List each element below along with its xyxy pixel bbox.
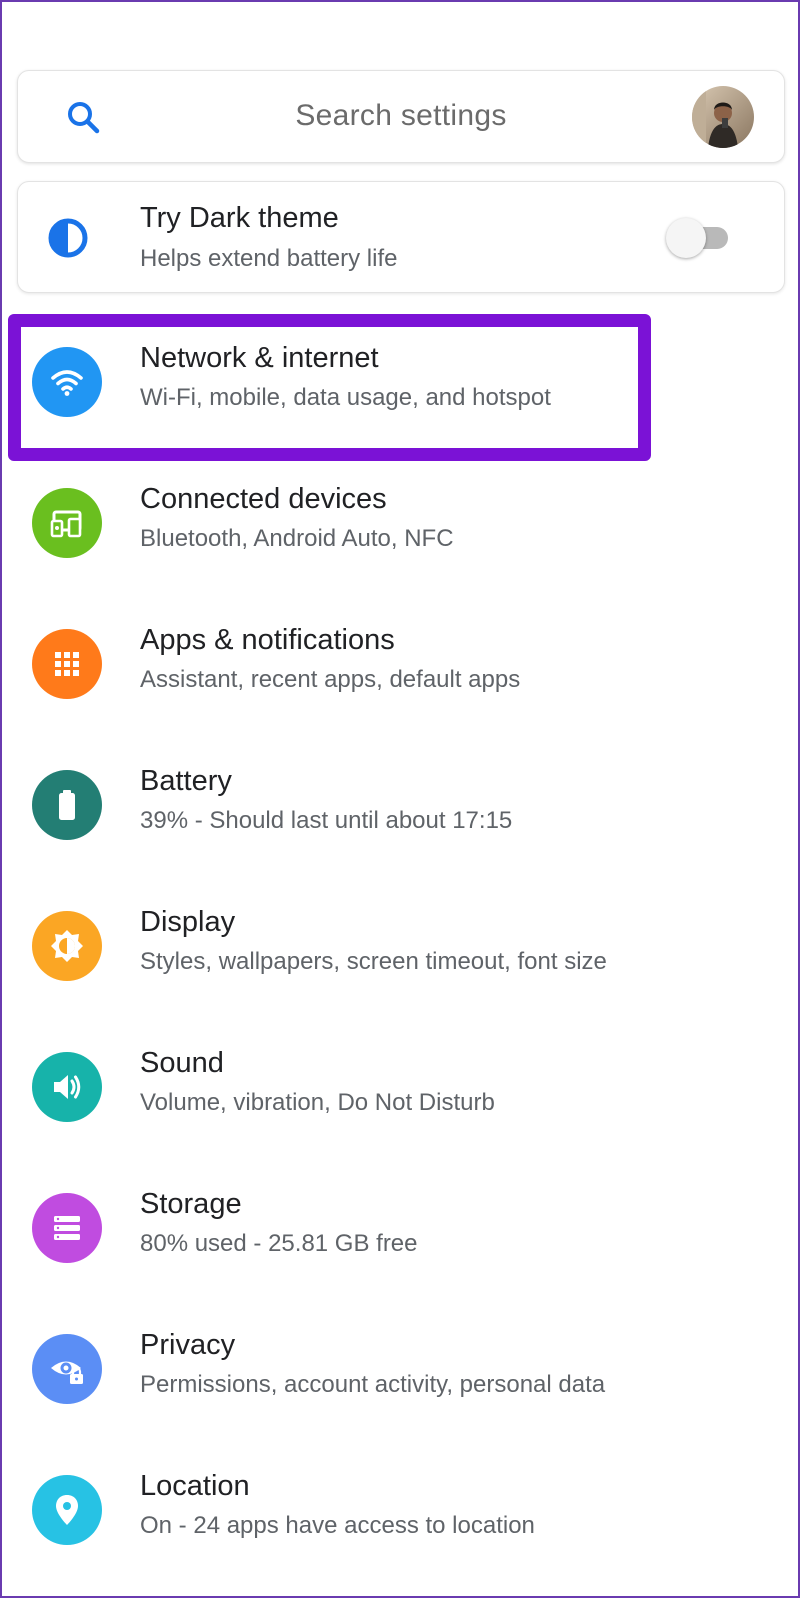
settings-item-subtitle: Assistant, recent apps, default apps xyxy=(140,666,521,693)
settings-item-location[interactable]: Location On - 24 apps have access to loc… xyxy=(0,1440,800,1580)
dark-theme-card[interactable]: Try Dark theme Helps extend battery life xyxy=(17,181,785,293)
avatar[interactable] xyxy=(692,86,754,148)
dark-theme-subtitle: Helps extend battery life xyxy=(140,245,398,272)
settings-item-title: Battery xyxy=(140,765,232,797)
settings-item-storage[interactable]: Storage 80% used - 25.81 GB free xyxy=(0,1158,800,1298)
settings-item-battery[interactable]: Battery 39% - Should last until about 17… xyxy=(0,735,800,875)
settings-item-display[interactable]: Display Styles, wallpapers, screen timeo… xyxy=(0,876,800,1016)
settings-item-subtitle: Bluetooth, Android Auto, NFC xyxy=(140,525,454,552)
dark-theme-title: Try Dark theme xyxy=(140,202,339,234)
settings-item-subtitle: 39% - Should last until about 17:15 xyxy=(140,807,513,834)
settings-item-subtitle: 80% used - 25.81 GB free xyxy=(140,1230,418,1257)
search-input[interactable]: Search settings xyxy=(18,99,784,133)
brightness-icon xyxy=(32,911,102,981)
privacy-eye-icon xyxy=(32,1334,102,1404)
toggle-knob xyxy=(666,218,706,258)
settings-item-subtitle: On - 24 apps have access to location xyxy=(140,1512,535,1539)
settings-item-title: Connected devices xyxy=(140,483,387,515)
devices-icon xyxy=(32,488,102,558)
settings-item-subtitle: Permissions, account activity, personal … xyxy=(140,1371,606,1398)
settings-item-title: Storage xyxy=(140,1188,242,1220)
apps-grid-icon xyxy=(32,629,102,699)
settings-item-title: Privacy xyxy=(140,1329,236,1361)
settings-item-privacy[interactable]: Privacy Permissions, account activity, p… xyxy=(0,1299,800,1439)
search-bar[interactable]: Search settings xyxy=(17,70,785,163)
settings-item-subtitle: Styles, wallpapers, screen timeout, font… xyxy=(140,948,607,975)
settings-item-title: Network & internet xyxy=(140,342,379,374)
half-circle-icon xyxy=(46,216,90,260)
location-pin-icon xyxy=(32,1475,102,1545)
settings-item-title: Sound xyxy=(140,1047,224,1079)
settings-item-subtitle: Volume, vibration, Do Not Disturb xyxy=(140,1089,495,1116)
settings-item-connected-devices[interactable]: Connected devices Bluetooth, Android Aut… xyxy=(0,453,800,593)
settings-item-title: Location xyxy=(140,1470,250,1502)
settings-item-apps[interactable]: Apps & notifications Assistant, recent a… xyxy=(0,594,800,734)
dark-theme-toggle[interactable] xyxy=(666,218,730,258)
battery-icon xyxy=(32,770,102,840)
settings-item-network[interactable]: Network & internet Wi-Fi, mobile, data u… xyxy=(0,312,800,452)
settings-item-subtitle: Wi-Fi, mobile, data usage, and hotspot xyxy=(140,384,551,411)
wifi-icon xyxy=(32,347,102,417)
settings-item-title: Display xyxy=(140,906,236,938)
settings-item-title: Apps & notifications xyxy=(140,624,395,656)
speaker-icon xyxy=(32,1052,102,1122)
settings-item-sound[interactable]: Sound Volume, vibration, Do Not Disturb xyxy=(0,1017,800,1157)
storage-icon xyxy=(32,1193,102,1263)
